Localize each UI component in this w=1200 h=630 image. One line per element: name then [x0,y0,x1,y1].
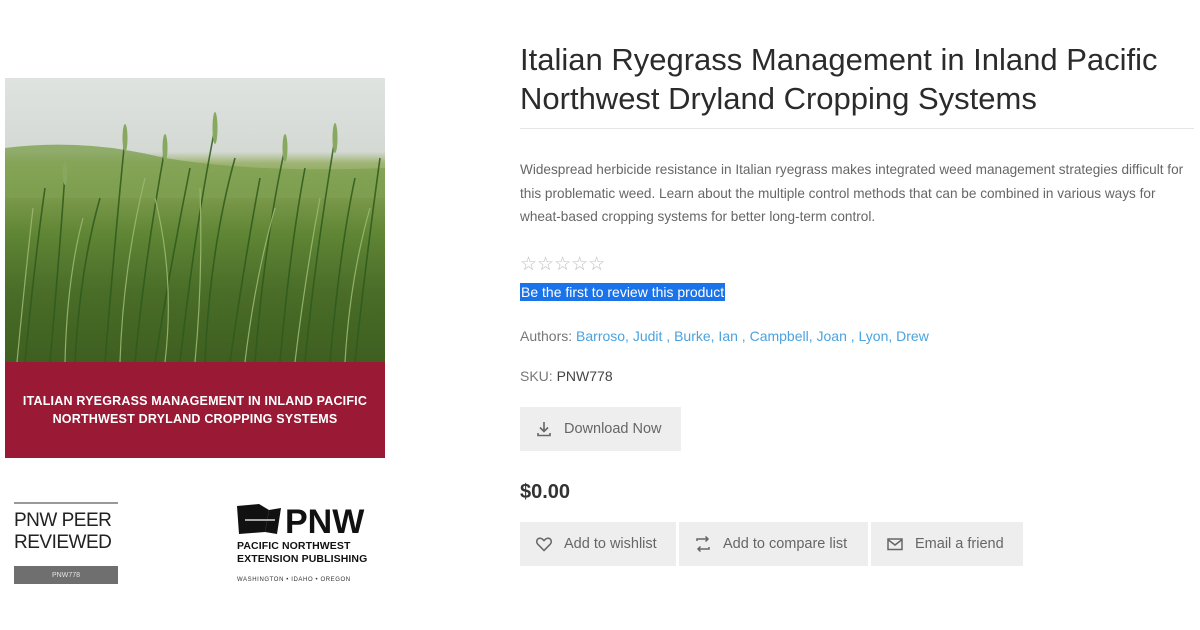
author-separator: , [850,328,855,344]
authors-label: Authors: [520,328,573,344]
peer-logo-line1: PNW PEER [14,510,112,531]
author-link[interactable]: Burke, Ian [674,328,738,344]
product-title: Italian Ryegrass Management in Inland Pa… [520,42,1158,116]
add-to-wishlist-button[interactable]: Add to wishlist [520,522,676,566]
email-a-friend-label: Email a friend [915,536,1004,552]
heart-icon [536,537,552,552]
author-link[interactable]: Barroso, Judit [576,328,662,344]
download-icon [537,422,551,437]
add-to-wishlist-label: Add to wishlist [564,536,657,552]
title-divider [520,128,1194,129]
download-now-label: Download Now [564,421,662,437]
first-review-link[interactable]: Be the first to review this product [520,283,726,301]
product-description: Widespread herbicide resistance in Itali… [520,162,1184,224]
download-now-button[interactable]: Download Now [520,407,681,451]
compare-icon [696,535,710,553]
cover-title: ITALIAN RYEGRASS MANAGEMENT IN INLAND PA… [22,394,368,426]
sku-line: SKU: PNW778 [520,368,613,384]
product-cover-image[interactable]: ITALIAN RYEGRASS MANAGEMENT IN INLAND PA… [5,78,385,458]
peer-logo-code: PNW778 [14,566,118,584]
ryegrass-field-photo [5,78,385,362]
peer-logo-line2: REVIEWED [14,532,112,553]
sku-label: SKU: [520,368,553,384]
envelope-icon [887,538,903,551]
sku-value: PNW778 [556,368,613,384]
logo-rule [14,502,118,504]
add-to-compare-label: Add to compare list [723,536,848,552]
pnw-logo-states: WASHINGTON • IDAHO • OREGON [237,577,351,583]
email-a-friend-button[interactable]: Email a friend [871,522,1023,566]
authors-line: Authors: Barroso, Judit , Burke, Ian , C… [520,328,929,344]
grass-illustration [5,112,385,362]
pnw-extension-publishing-logo: PNW PACIFIC NORTHWEST EXTENSION PUBLISHI… [235,500,385,590]
author-separator: , [666,328,671,344]
pnw-logo-name: PACIFIC NORTHWEST EXTENSION PUBLISHING [237,540,368,565]
author-link[interactable]: Lyon, Drew [859,328,929,344]
pnw-mark-text: PNW [285,503,365,536]
author-link[interactable]: Campbell, Joan [750,328,847,344]
rating-stars: ☆☆☆☆☆ [520,254,606,275]
product-price: $0.00 [520,481,571,503]
add-to-compare-button[interactable]: Add to compare list [679,522,868,566]
author-separator: , [741,328,746,344]
pnw-map-mark: PNW [237,503,365,536]
pnw-peer-reviewed-logo: PNW PEER REVIEWED PNW778 [14,500,120,586]
cover-title-band: ITALIAN RYEGRASS MANAGEMENT IN INLAND PA… [5,362,385,458]
